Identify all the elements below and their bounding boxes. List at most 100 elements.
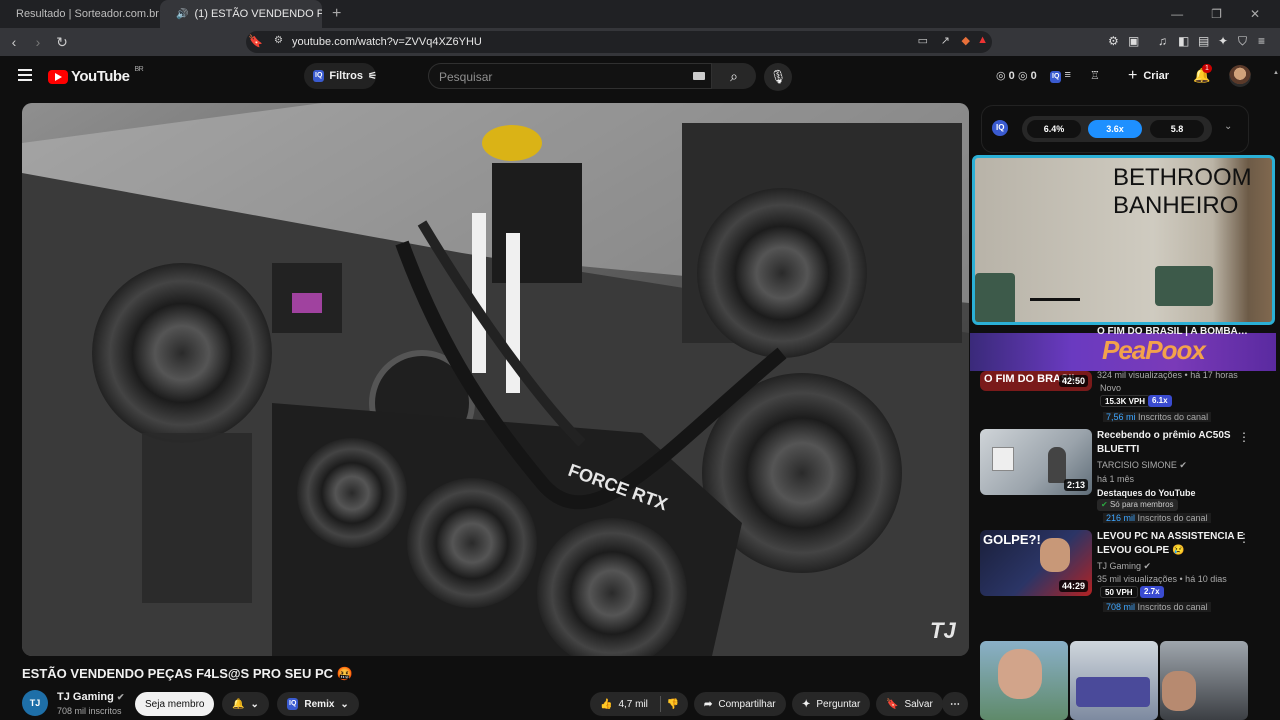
hamburger-menu-icon[interactable] — [18, 69, 32, 81]
rec-vph: 50 VPH — [1100, 586, 1138, 598]
share-icon: ➦ — [704, 698, 713, 710]
iq-metric-percent[interactable]: 6.4% — [1027, 120, 1081, 138]
youtube-logo[interactable]: YouTube BR — [48, 66, 144, 85]
logo-text: YouTube — [71, 68, 130, 85]
iq-metric-score[interactable]: 5.8 — [1150, 120, 1204, 138]
close-window-icon[interactable]: ✕ — [1250, 7, 1260, 21]
wallet-icon[interactable]: ▤ — [1198, 34, 1209, 48]
rec-duration: 42:50 — [1058, 375, 1088, 387]
plus-icon: + — [1128, 67, 1138, 84]
more-icon: ⋯ — [950, 698, 960, 710]
brave-shield-icon[interactable]: ◆ — [962, 34, 970, 47]
rec-title[interactable]: O FIM DO BRASIL | A BOMBA… — [1097, 325, 1248, 339]
ai-icon[interactable]: ✦ — [1218, 34, 1228, 48]
rec-thumbnail[interactable]: O FIM DO BRASIL 42:50 — [980, 371, 1092, 391]
short-thumbnail[interactable] — [1070, 641, 1158, 720]
thumb-keyboard — [1076, 677, 1150, 707]
video-player[interactable]: FORCE RTX TJ — [22, 103, 969, 656]
rec-title[interactable]: Recebendo o prêmio AC50S BLUETTI — [1097, 429, 1231, 457]
rec-more-icon[interactable]: ⋮ — [1238, 430, 1250, 444]
filters-button[interactable]: IQ Filtros ⚟ — [304, 63, 377, 89]
youtube-header: YouTube BR IQ Filtros ⚟ Pesquisar ⌕ 🎙 ◎ … — [0, 56, 1280, 98]
reload-icon[interactable]: ↻ — [52, 34, 72, 51]
cast-icon[interactable]: ▭ — [918, 34, 928, 47]
mic-icon: 🎙 — [769, 69, 787, 84]
speaker-icon: 🔊 — [176, 8, 189, 20]
iq-icon: IQ — [313, 70, 325, 82]
iq-expand-icon[interactable]: ⌄ — [1224, 121, 1232, 132]
search-input[interactable]: Pesquisar — [428, 63, 712, 89]
chair-base — [1030, 298, 1080, 301]
browser-tab-youtube[interactable]: 🔊 (1) ESTÃO VENDENDO PEÇAS… ✕ — [160, 0, 322, 28]
channel-subscribers: 708 mil inscritos — [57, 706, 122, 716]
rec-duration: 44:29 — [1058, 580, 1088, 592]
rec-more-icon[interactable]: ⋮ — [1238, 531, 1250, 545]
maximize-icon[interactable]: ❐ — [1211, 7, 1222, 21]
rec-subs-count: 216 mil — [1106, 513, 1136, 523]
page-scrollbar[interactable]: ▲ — [1272, 70, 1279, 720]
forward-icon[interactable]: › — [28, 34, 48, 50]
rec-subs-count: 7,56 mi — [1106, 412, 1136, 422]
address-bar[interactable]: 🔖 ⚙ youtube.com/watch?v=ZVVq4XZ6YHU ▭ ↗ … — [246, 31, 992, 53]
site-info-icon[interactable]: ⚙ — [274, 35, 283, 46]
iq-menu-icon[interactable]: IQ ≡ — [1050, 69, 1071, 83]
like-button[interactable]: 👍 4,7 mil 👎 — [590, 692, 688, 716]
rec-title[interactable]: LEVOU PC NA ASSISTENCIA E LEVOU GOLPE 😢 — [1097, 530, 1244, 558]
verified-icon: ✔ — [1143, 561, 1152, 571]
webcam-overlay: BETHROOM BANHEIRO — [972, 155, 1275, 325]
rec-meta: 324 mil visualizações • há 17 horas — [1097, 370, 1238, 380]
short-thumbnail[interactable] — [980, 641, 1068, 720]
iq-icon: IQ — [287, 698, 299, 710]
rec-vph: 15.3K VPH — [1100, 395, 1151, 407]
account-avatar[interactable] — [1229, 65, 1251, 87]
channel-watermark: TJ — [930, 618, 956, 643]
ask-button[interactable]: ✦ Perguntar — [792, 692, 871, 716]
keyboard-icon[interactable] — [693, 72, 705, 80]
thumb-face — [1040, 538, 1070, 572]
url-text: youtube.com/watch?v=ZVVq4XZ6YHU — [292, 36, 482, 48]
browser-tab-sorteador[interactable]: Resultado | Sorteador.com.br - O Si… — [0, 0, 160, 28]
rec-multiplier: 6.1x — [1148, 395, 1172, 407]
thumbs-down-icon[interactable]: 👎 — [667, 699, 679, 710]
trophy-icon[interactable]: ♖ — [1090, 69, 1100, 82]
share-button[interactable]: ➦ Compartilhar — [694, 692, 786, 716]
menu-icon[interactable]: ≡ — [1258, 34, 1265, 48]
rec-thumbnail[interactable]: 2:13 — [980, 429, 1092, 495]
rec-subs-label: Inscritos do canal — [1138, 412, 1209, 422]
sliders-icon: ⚟ — [368, 70, 377, 82]
reader-icon[interactable]: ▣ — [1128, 34, 1139, 48]
share-icon[interactable]: ↗ — [941, 34, 950, 47]
subscribe-bell-button[interactable]: 🔔 ⌄ — [222, 692, 269, 716]
rec-thumbnail[interactable]: GOLPE?! 44:29 — [980, 530, 1092, 596]
minimize-icon[interactable]: — — [1171, 7, 1183, 21]
webcam-caption: BETHROOM BANHEIRO — [1113, 164, 1252, 219]
verified-icon: ✔ — [1179, 460, 1187, 470]
rec-channel[interactable]: TJ Gaming ✔ — [1097, 561, 1151, 572]
search-button[interactable]: ⌕ — [712, 63, 756, 89]
brave-rewards-icon[interactable]: ▲ — [977, 34, 988, 46]
create-label: Criar — [1143, 70, 1170, 82]
save-button[interactable]: 🔖 Salvar — [876, 692, 943, 716]
vpn-icon[interactable]: ⛉ — [1238, 34, 1247, 49]
extensions-icon[interactable]: ⚙ — [1108, 34, 1119, 48]
rec-subs-label: Inscritos do canal — [1137, 602, 1208, 612]
thumb-person — [1048, 447, 1066, 483]
music-icon[interactable]: ♫ — [1158, 34, 1167, 48]
short-thumbnail[interactable] — [1160, 641, 1248, 720]
join-button[interactable]: Seja membro — [135, 692, 215, 716]
remix-button[interactable]: IQ Remix ⌄ — [277, 692, 359, 716]
new-tab-icon[interactable]: + — [322, 5, 351, 23]
back-icon[interactable]: ‹ — [4, 34, 24, 50]
notification-count: 1 — [1202, 64, 1212, 73]
sidebar-icon[interactable]: ◧ — [1178, 34, 1189, 48]
more-actions-button[interactable]: ⋯ — [942, 692, 968, 716]
channel-row: TJ TJ Gaming ✔ 708 mil inscritos Seja me… — [22, 690, 968, 720]
rec-channel[interactable]: TARCISIO SIMONE ✔ — [1097, 460, 1187, 471]
bookmark-icon[interactable]: 🔖 — [248, 34, 263, 48]
channel-avatar[interactable]: TJ — [22, 690, 48, 716]
iq-metric-multiplier[interactable]: 3.6x — [1088, 120, 1142, 138]
voice-search-button[interactable]: 🎙 — [764, 63, 792, 91]
thumb-text: GOLPE?! — [983, 532, 1041, 547]
create-button[interactable]: + Criar — [1128, 64, 1169, 88]
channel-name[interactable]: TJ Gaming ✔ — [57, 691, 124, 703]
